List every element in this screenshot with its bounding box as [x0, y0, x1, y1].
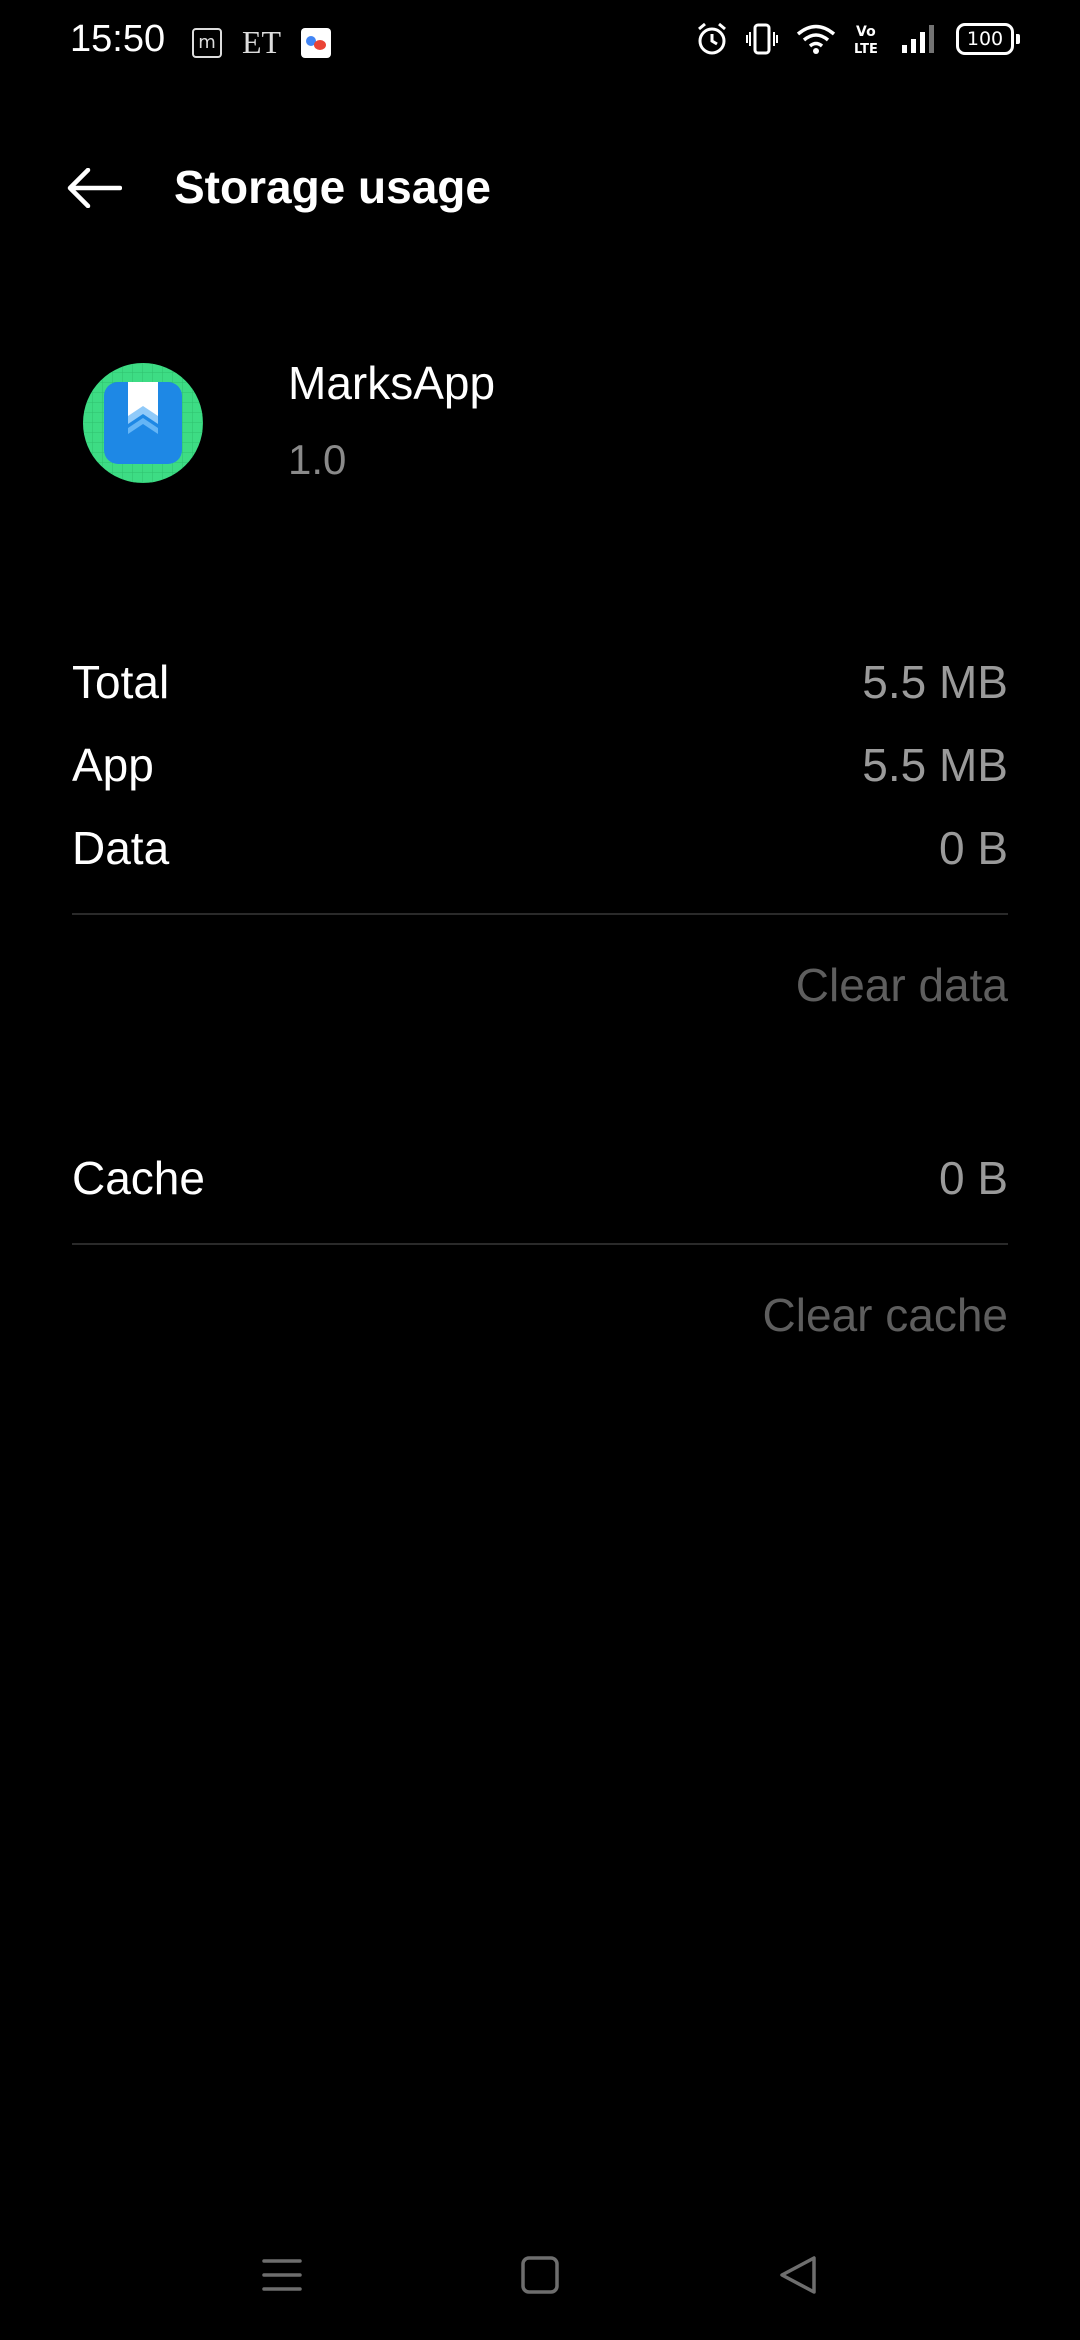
clear-cache-button[interactable]: Clear cache [763, 1288, 1008, 1342]
bookmark-app-icon [83, 363, 203, 483]
recents-button[interactable] [242, 2230, 322, 2320]
triangle-back-icon [780, 2256, 816, 2294]
divider [72, 1243, 1008, 1245]
signal-icon [902, 25, 934, 53]
back-button[interactable] [62, 160, 126, 216]
notification-icons: m ET [192, 24, 332, 61]
total-row: Total 5.5 MB [72, 652, 1008, 712]
divider [72, 913, 1008, 915]
vibrate-icon [746, 23, 778, 55]
cache-row: Cache 0 B [72, 1148, 1008, 1208]
system-icons: Vo LTE 100 [696, 22, 1020, 56]
wifi-icon [796, 24, 836, 54]
volte-icon: Vo LTE [854, 24, 878, 56]
app-size-row: App 5.5 MB [72, 735, 1008, 795]
volte-bottom-text: LTE [854, 42, 878, 56]
status-time: 15:50 [70, 18, 166, 60]
battery-icon: 100 [956, 23, 1020, 55]
m-notification-icon: m [192, 27, 222, 58]
cache-label: Cache [72, 1152, 205, 1204]
nav-back-button[interactable] [758, 2230, 838, 2320]
total-value: 5.5 MB [862, 656, 1008, 708]
arrow-left-icon [67, 168, 122, 208]
app-size-value: 5.5 MB [862, 739, 1008, 791]
et-notification-icon: ET [242, 24, 282, 60]
data-row: Data 0 B [72, 818, 1008, 878]
status-bar: 15:50 m ET Vo LTE 100 [0, 0, 1080, 84]
volte-top-text: Vo [856, 24, 876, 40]
app-name: MarksApp [288, 357, 496, 409]
navigation-bar [0, 2230, 1080, 2320]
app-version: 1.0 [288, 436, 347, 483]
data-value: 0 B [938, 822, 1008, 874]
data-label: Data [72, 822, 170, 874]
square-icon [521, 2256, 559, 2294]
menu-icon [262, 2259, 302, 2291]
photos-notification-icon [301, 27, 332, 58]
page-title: Storage usage [174, 161, 491, 213]
cache-value: 0 B [938, 1152, 1008, 1204]
app-icon [82, 362, 204, 484]
alarm-icon [698, 22, 726, 55]
app-size-label: App [72, 739, 154, 791]
home-button[interactable] [500, 2230, 580, 2320]
total-label: Total [72, 656, 170, 708]
clear-data-button[interactable]: Clear data [796, 958, 1008, 1012]
